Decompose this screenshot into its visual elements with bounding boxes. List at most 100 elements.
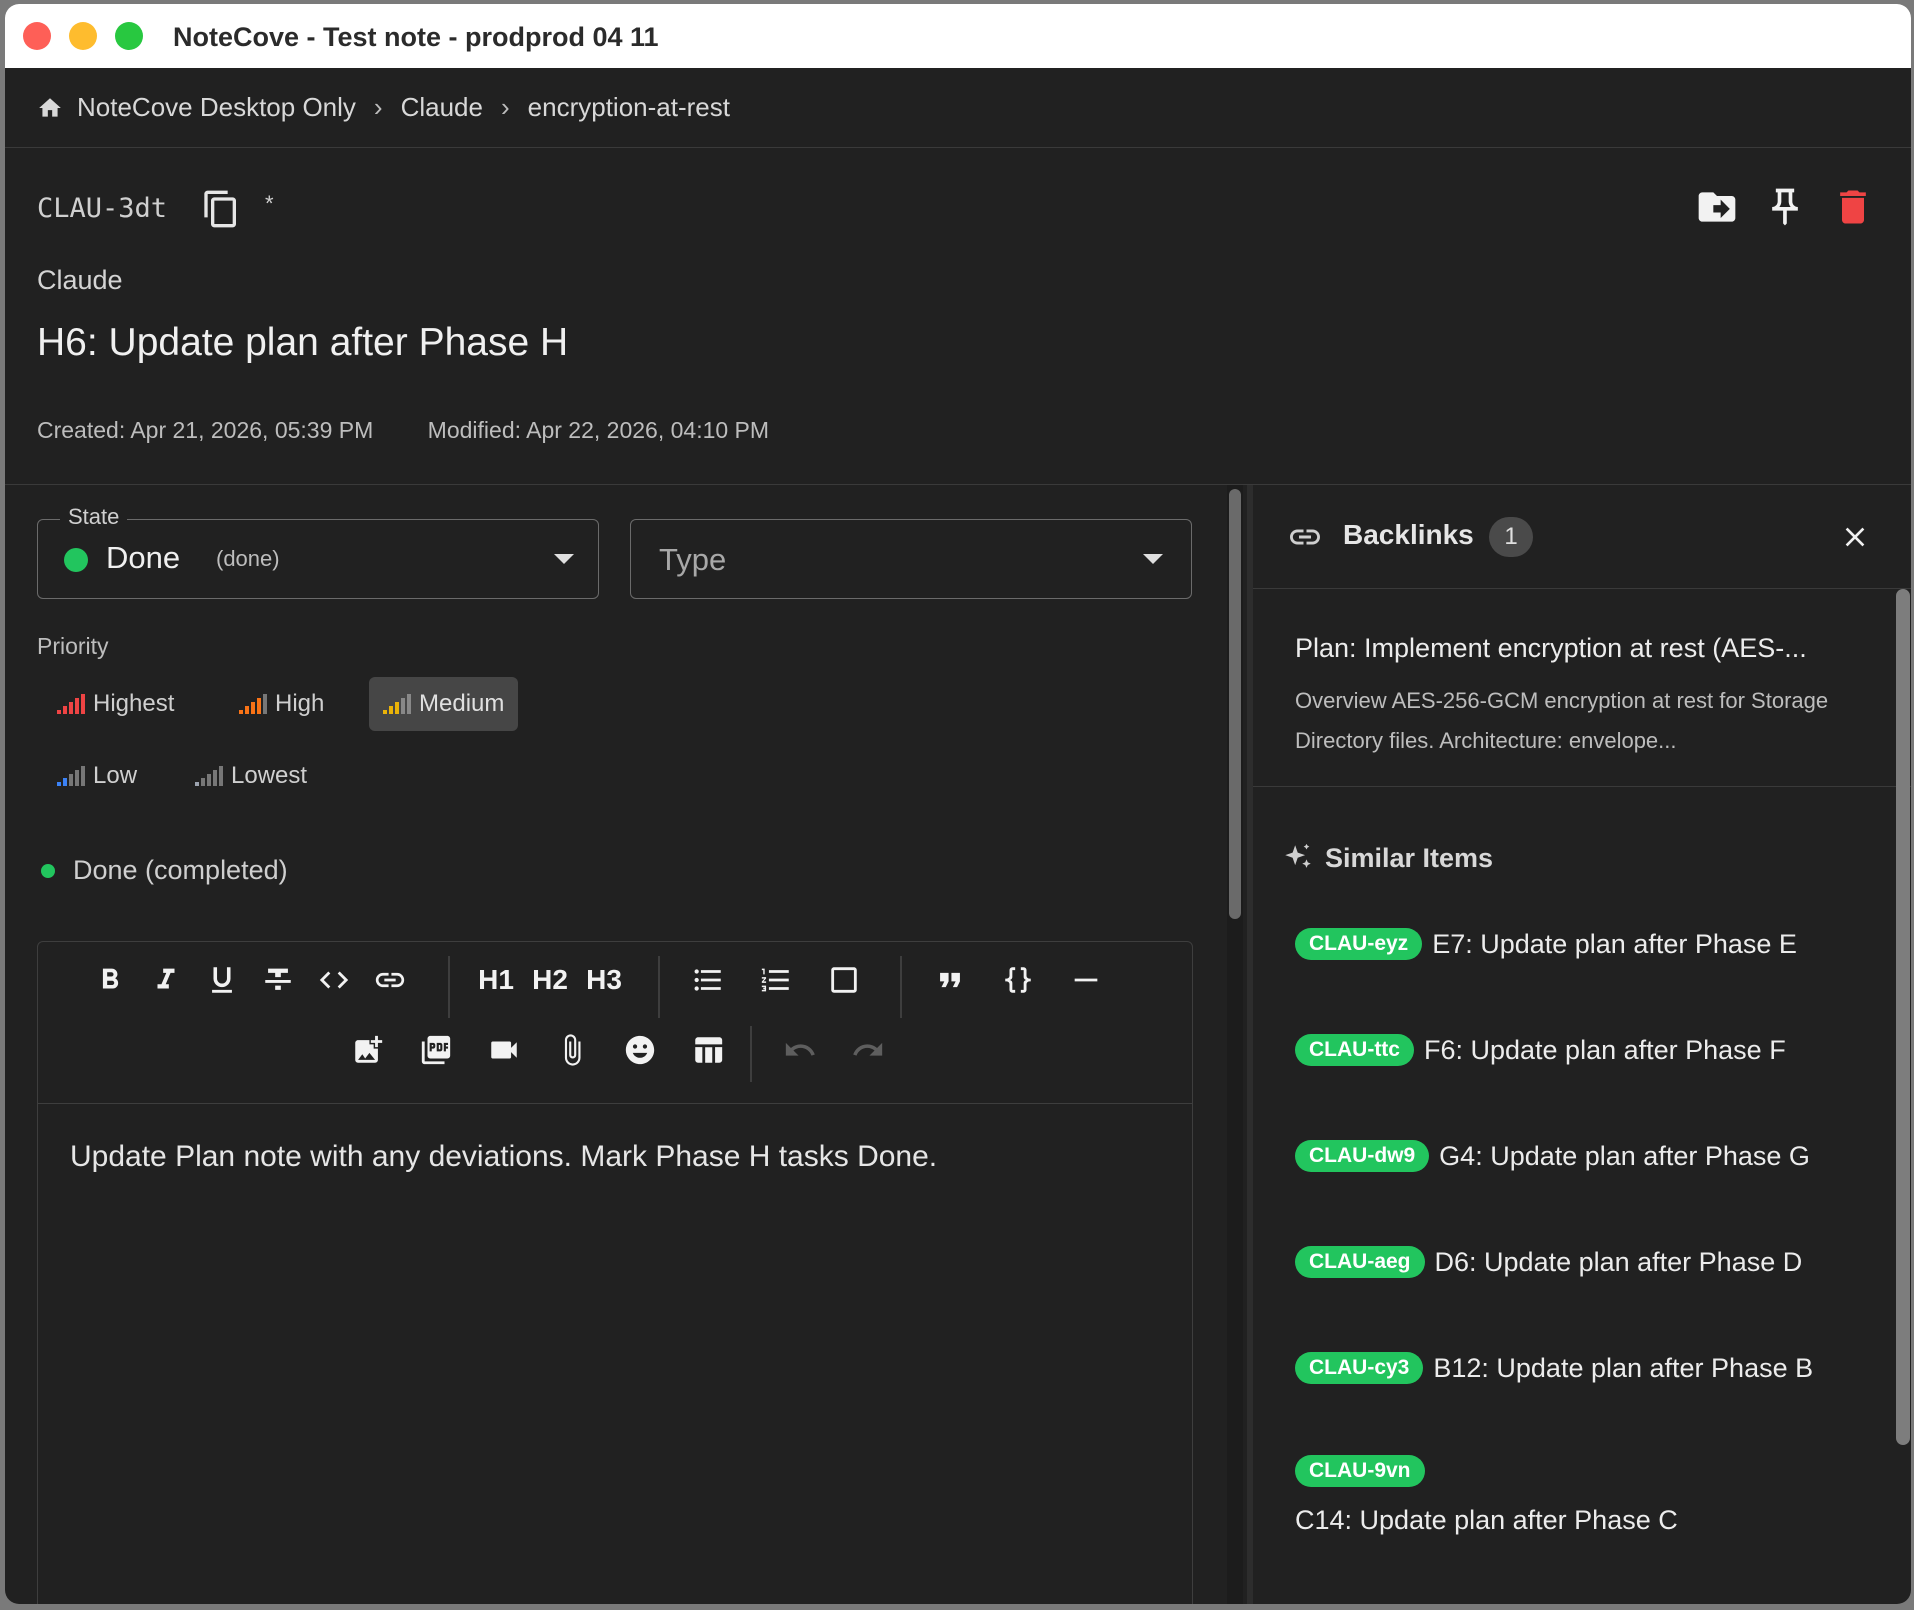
similar-item-title: D6: Update plan after Phase D — [1434, 1247, 1803, 1277]
rich-text-editor: H1 H2 H3 Update Plan note with any devia… — [37, 941, 1193, 1604]
heading-1-button[interactable]: H1 — [474, 958, 518, 1002]
attach-file-button[interactable] — [550, 1028, 594, 1072]
similar-item[interactable]: CLAU-cy3 B12: Update plan after Phase B — [1295, 1349, 1885, 1387]
task-checkbox-button[interactable] — [822, 958, 866, 1002]
priority-option-lowest[interactable]: Lowest — [181, 749, 321, 803]
priority-bars-icon — [195, 766, 223, 786]
state-key: (done) — [216, 546, 280, 571]
similar-item-title: B12: Update plan after Phase B — [1433, 1353, 1814, 1383]
home-icon[interactable] — [37, 95, 63, 121]
backlinks-count-badge: 1 — [1489, 517, 1533, 557]
redo-icon — [853, 1042, 883, 1056]
close-icon[interactable] — [1839, 521, 1871, 553]
item-id-badge: CLAU-9vn — [1295, 1455, 1425, 1487]
state-label: State — [60, 504, 128, 530]
undo-button[interactable] — [778, 1028, 822, 1072]
status-dot — [41, 863, 55, 878]
breadcrumb-item-subfolder[interactable]: encryption-at-rest — [528, 92, 730, 123]
insert-image-button[interactable] — [346, 1028, 390, 1072]
unsaved-indicator: * — [265, 191, 274, 216]
modified-date: Modified: Apr 22, 2026, 04:10 PM — [427, 417, 770, 443]
note-title[interactable]: H6: Update plan after Phase H — [37, 321, 568, 365]
priority-option-label: Lowest — [231, 762, 308, 789]
insert-video-button[interactable] — [482, 1028, 526, 1072]
insert-emoji-button[interactable] — [618, 1028, 662, 1072]
heading-2-button[interactable]: H2 — [528, 958, 572, 1002]
backlinks-title: Backlinks — [1343, 519, 1474, 550]
breadcrumb-item-root[interactable]: NoteCove Desktop Only — [77, 92, 356, 123]
horizontal-rule-button[interactable] — [1064, 958, 1108, 1002]
checkbox-icon — [831, 967, 857, 993]
priority-bars-icon — [239, 694, 267, 714]
note-header: CLAU-3dt * Claude H6: Update plan after … — [5, 149, 1911, 485]
link-button[interactable] — [368, 958, 412, 1002]
similar-item-title: G4: Update plan after Phase G — [1439, 1141, 1810, 1171]
link-icon — [375, 972, 405, 988]
dropdown-arrow-icon — [1143, 554, 1163, 564]
item-id-badge: CLAU-aeg — [1295, 1246, 1425, 1278]
window-close-button[interactable] — [23, 22, 51, 50]
heading-3-button[interactable]: H3 — [582, 958, 626, 1002]
bullet-list-button[interactable] — [686, 958, 730, 1002]
priority-bars-icon — [57, 766, 85, 786]
similar-item[interactable]: CLAU-9vn C14: Update plan after Phase C — [1295, 1455, 1885, 1539]
window-minimize-button[interactable] — [69, 22, 97, 50]
backlink-title: Plan: Implement encryption at rest (AES-… — [1295, 633, 1807, 663]
breadcrumb: NoteCove Desktop Only › Claude › encrypt… — [5, 68, 1911, 148]
note-folder: Claude — [37, 265, 123, 295]
window-zoom-button[interactable] — [115, 22, 143, 50]
priority-option-low[interactable]: Low — [43, 749, 151, 803]
similar-item[interactable]: CLAU-aeg D6: Update plan after Phase D — [1295, 1243, 1885, 1281]
insert-pdf-button[interactable] — [414, 1028, 458, 1072]
strikethrough-button[interactable] — [256, 958, 300, 1002]
inline-code-button[interactable] — [312, 958, 356, 1002]
redo-button[interactable] — [846, 1028, 890, 1072]
pin-icon[interactable] — [1763, 185, 1807, 229]
editor-scrollbar-thumb[interactable] — [1229, 489, 1241, 919]
type-select[interactable]: Type — [630, 519, 1192, 599]
toolbar-separator — [900, 956, 902, 1018]
curly-braces-icon — [1005, 967, 1031, 993]
similar-item[interactable]: CLAU-eyz E7: Update plan after Phase E — [1295, 925, 1885, 963]
item-id-badge: CLAU-ttc — [1295, 1034, 1414, 1066]
item-id-badge: CLAU-cy3 — [1295, 1352, 1424, 1384]
numbered-list-button[interactable] — [754, 958, 798, 1002]
priority-option-label: High — [275, 690, 325, 717]
horizontal-rule-icon — [1074, 978, 1098, 982]
delete-icon[interactable] — [1831, 185, 1875, 229]
backlink-item[interactable]: Plan: Implement encryption at rest (AES-… — [1253, 589, 1911, 787]
backlinks-scrollbar-thumb[interactable] — [1896, 589, 1910, 1445]
copy-icon[interactable] — [201, 187, 241, 231]
similar-item[interactable]: CLAU-ttc F6: Update plan after Phase F — [1295, 1031, 1885, 1069]
code-block-button[interactable] — [996, 958, 1040, 1002]
move-to-folder-icon[interactable] — [1695, 185, 1739, 229]
backlinks-header: Backlinks 1 — [1253, 485, 1911, 589]
breadcrumb-item-folder[interactable]: Claude — [401, 92, 483, 123]
editor-content[interactable]: Update Plan note with any deviations. Ma… — [70, 1140, 937, 1174]
similar-item-title: E7: Update plan after Phase E — [1432, 929, 1797, 959]
similar-item[interactable]: CLAU-dw9 G4: Update plan after Phase G — [1295, 1137, 1885, 1175]
priority-option-label: Highest — [93, 690, 175, 717]
italic-button[interactable] — [144, 958, 188, 1002]
quote-icon — [940, 972, 960, 988]
blockquote-button[interactable] — [928, 958, 972, 1002]
insert-table-button[interactable] — [686, 1028, 730, 1072]
priority-option-high[interactable]: High — [225, 677, 338, 731]
priority-option-label: Low — [93, 762, 138, 789]
toolbar-separator — [750, 1026, 752, 1082]
bullet-list-icon — [694, 969, 721, 991]
underline-icon — [212, 967, 232, 993]
priority-option-highest[interactable]: Highest — [43, 677, 188, 731]
priority-option-medium[interactable]: Medium — [369, 677, 519, 731]
priority-option-label: Medium — [419, 690, 505, 717]
similar-items-header: Similar Items — [1281, 841, 1493, 875]
underline-button[interactable] — [200, 958, 244, 1002]
priority-bars-icon — [383, 694, 411, 714]
priority-bars-icon — [57, 694, 85, 714]
state-value: Done — [106, 540, 181, 575]
editor-toolbar: H1 H2 H3 — [38, 942, 1192, 1104]
state-select[interactable]: State Done (done) — [37, 504, 599, 599]
bold-button[interactable] — [88, 958, 132, 1002]
note-metadata: Created: Apr 21, 2026, 05:39 PM Modified… — [37, 417, 769, 444]
numbered-list-icon — [761, 968, 789, 992]
